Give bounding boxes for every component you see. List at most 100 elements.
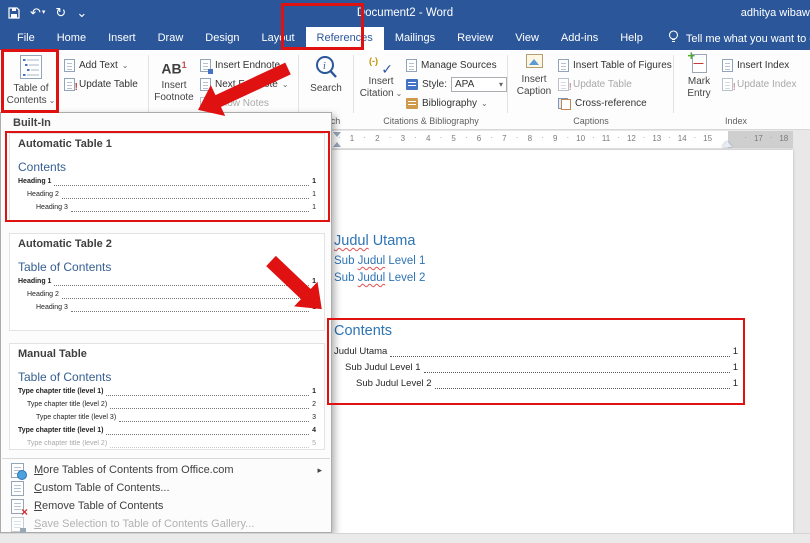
dropdown-menu: More Tables of Contents from Office.com … bbox=[2, 461, 330, 534]
right-indent-marker[interactable] bbox=[722, 141, 732, 147]
next-footnote-button[interactable]: Next Footnote ⌄ bbox=[200, 77, 289, 92]
insert-index-button[interactable]: Insert Index bbox=[722, 58, 789, 73]
spellcheck-underline: Judul bbox=[357, 272, 386, 284]
preview-toc-entry: Heading 21 bbox=[27, 191, 316, 199]
update-table-captions-button[interactable]: Update Table bbox=[558, 77, 632, 93]
chevron-down-icon: ▾ bbox=[499, 80, 504, 89]
search-button[interactable]: i Search bbox=[302, 54, 350, 95]
hanging-indent-marker[interactable] bbox=[333, 142, 341, 147]
custom-toc-icon bbox=[11, 480, 24, 496]
dot-leader bbox=[54, 185, 310, 186]
gallery-item-automatic-table-2[interactable]: Automatic Table 2 Table of Contents Head… bbox=[9, 233, 325, 331]
menu-item[interactable]: Custom Table of Contents... ▸ bbox=[2, 479, 330, 497]
group-label-captions: Captions bbox=[573, 116, 609, 126]
user-name[interactable]: adhitya wibawa bbox=[741, 0, 810, 27]
dropdown-header: Built-In bbox=[13, 117, 51, 129]
document-heading[interactable]: Judul Utama bbox=[334, 230, 634, 253]
toc-entry[interactable]: Sub Judul Level 11 bbox=[334, 360, 738, 376]
mark-entry-button[interactable]: Mark Entry bbox=[680, 48, 718, 100]
cross-reference-icon bbox=[558, 97, 571, 110]
preview-toc-entry: Type chapter title (level 1) 1 bbox=[18, 388, 316, 396]
ribbon-tab[interactable]: Help bbox=[609, 27, 654, 50]
show-notes-button[interactable]: Show Notes bbox=[200, 96, 269, 111]
update-table-icon bbox=[558, 78, 572, 93]
ribbon-tab[interactable]: Home bbox=[46, 27, 97, 50]
bottom-strip bbox=[0, 533, 810, 543]
ribbon-tab[interactable]: View bbox=[504, 27, 550, 50]
office-com-icon bbox=[11, 462, 27, 480]
document-heading[interactable]: Sub Judul Level 2 bbox=[334, 270, 634, 287]
tell-me-label: Tell me what you want to do bbox=[685, 32, 810, 45]
dot-leader bbox=[390, 356, 730, 357]
word-window: ↶ ▾ ↻ ⌄ Document2 - Word adhitya wibawa F… bbox=[0, 0, 810, 543]
cross-reference-button[interactable]: Cross-reference bbox=[558, 96, 647, 111]
insert-footnote-icon: AB1 bbox=[161, 60, 187, 77]
insert-footnote-button[interactable]: AB1 Insert Footnote bbox=[150, 54, 198, 104]
add-text-button[interactable]: Add Text ⌄ bbox=[64, 58, 128, 73]
tell-me-box[interactable]: Tell me what you want to do bbox=[668, 27, 810, 50]
ribbon-tab[interactable]: Draw bbox=[147, 27, 195, 50]
insert-caption-button[interactable]: Insert Caption bbox=[512, 54, 556, 98]
chevron-down-icon: ⌄ bbox=[281, 80, 289, 89]
insert-index-icon bbox=[722, 59, 733, 72]
ribbon-tab[interactable]: References bbox=[305, 27, 384, 50]
menu-item[interactable]: Remove Table of Contents ▸ bbox=[2, 497, 330, 519]
table-of-contents-icon bbox=[19, 54, 43, 83]
ribbon-tab[interactable]: Insert bbox=[97, 27, 147, 50]
first-line-indent-marker[interactable] bbox=[333, 132, 341, 137]
chevron-down-icon: ⌄ bbox=[48, 96, 56, 105]
preview-toc-entry: Heading 31 bbox=[36, 304, 316, 312]
ruler[interactable]: · 1 · 2 · 3 · 4 · 5 · 6 · 7 · 8 · 9 · 10 · 11 · 12 · 13 · 14 · 15 · 17 ·… bbox=[332, 131, 793, 148]
chevron-down-icon: ⌄ bbox=[121, 61, 129, 70]
insert-caption-icon bbox=[525, 54, 543, 68]
ribbon-tab[interactable]: Design bbox=[194, 27, 250, 50]
gallery-item-automatic-table-1[interactable]: Automatic Table 1 Contents Heading 1 1 Hea… bbox=[9, 133, 325, 222]
remove-toc-icon bbox=[11, 498, 28, 519]
menu-item[interactable]: More Tables of Contents from Office.com … bbox=[2, 461, 330, 480]
ribbon-tab[interactable]: Layout bbox=[251, 27, 306, 50]
ribbon-tabs: File Home Insert Draw Design Layout References… bbox=[6, 27, 654, 50]
preview-toc-entry: Heading 21 bbox=[27, 291, 316, 299]
toc-entries: Judul Utama 1 Sub Judul Level 1 1 Sub Judul … bbox=[334, 344, 738, 392]
ribbon-tab[interactable]: File bbox=[6, 27, 46, 50]
update-index-icon bbox=[722, 78, 736, 93]
table-of-contents-button[interactable]: Table of Contents ⌄ bbox=[4, 54, 58, 107]
toc-entry[interactable]: Sub Judul Level 21 bbox=[334, 376, 738, 392]
preview-toc-entry: Type chapter title (level 2) 5 bbox=[27, 440, 316, 448]
group-label-index: Index bbox=[724, 116, 748, 126]
document-toc[interactable]: Contents Judul Utama 1 Sub Judul Level 11S… bbox=[334, 321, 738, 392]
title-bar: ↶ ▾ ↻ ⌄ Document2 - Word adhitya wibawa bbox=[0, 0, 810, 27]
update-index-button[interactable]: Update Index bbox=[722, 77, 797, 93]
dot-leader bbox=[110, 408, 310, 409]
preview-toc-entry: Type chapter title (level 2) 2 bbox=[27, 401, 316, 409]
bibliography-button[interactable]: Bibliography ⌄ bbox=[406, 96, 488, 111]
menu-item[interactable]: Save Selection to Table of Contents Gall… bbox=[2, 515, 330, 534]
dot-leader bbox=[61, 298, 310, 299]
toc-entry[interactable]: Judul Utama 1 bbox=[334, 344, 738, 360]
toc-title: Contents bbox=[334, 323, 393, 339]
ribbon-tab[interactable]: Review bbox=[446, 27, 504, 50]
insert-table-of-figures-button[interactable]: Insert Table of Figures bbox=[558, 58, 672, 73]
style-select[interactable]: APA ▾ bbox=[451, 77, 508, 92]
dot-leader bbox=[54, 285, 310, 286]
ribbon-tab-row: File Home Insert Draw Design Layout References… bbox=[0, 27, 810, 50]
ribbon-tab[interactable]: Add-ins bbox=[550, 27, 609, 50]
submenu-arrow-icon: ▸ bbox=[317, 464, 322, 475]
mark-entry-icon bbox=[688, 48, 707, 73]
insert-endnote-button[interactable]: Insert Endnote bbox=[200, 58, 280, 74]
dot-leader bbox=[106, 395, 310, 396]
update-table-button[interactable]: Update Table bbox=[64, 77, 138, 93]
preview-toc-entry: Type chapter title (level 1) 4 bbox=[18, 427, 316, 435]
insert-citation-button[interactable]: Insert Citation⌄ bbox=[358, 54, 404, 100]
lightbulb-icon bbox=[668, 30, 679, 47]
ribbon-tab[interactable]: Mailings bbox=[384, 27, 446, 50]
gallery-item-manual-table[interactable]: Manual Table Table of Contents Type chap… bbox=[9, 343, 325, 450]
dot-leader bbox=[119, 421, 310, 422]
insert-endnote-icon bbox=[200, 59, 213, 74]
chevron-down-icon: ⌄ bbox=[395, 89, 403, 98]
dot-leader bbox=[61, 198, 310, 199]
manage-sources-button[interactable]: Manage Sources bbox=[406, 58, 497, 73]
chevron-down-icon: ⌄ bbox=[481, 99, 488, 108]
insert-citation-icon bbox=[369, 54, 393, 78]
document-heading[interactable]: Sub Judul Level 1 bbox=[334, 253, 634, 270]
